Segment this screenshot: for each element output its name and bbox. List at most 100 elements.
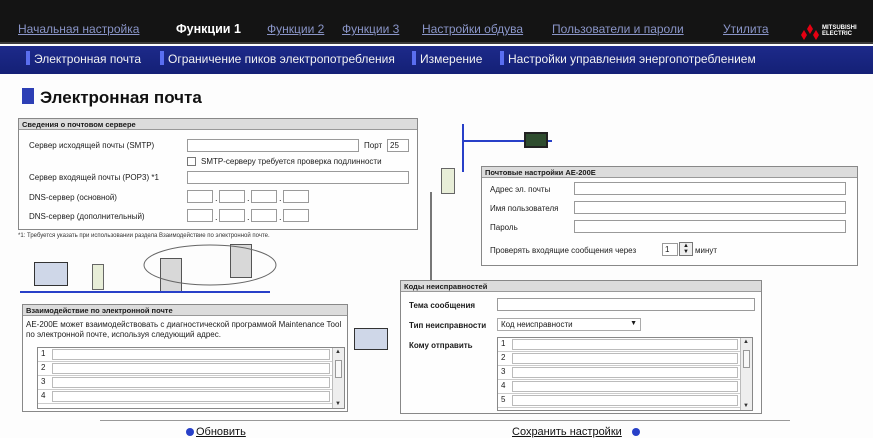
scroll-down-icon: ▼: [743, 403, 749, 409]
refresh-bullet-icon: [186, 428, 194, 436]
dns1-octet-2[interactable]: [219, 190, 245, 203]
subnav-email[interactable]: Электронная почта: [34, 52, 141, 66]
dns1-octet-4[interactable]: [283, 190, 309, 203]
recipient-cell[interactable]: [512, 339, 738, 350]
dns2-octet-2[interactable]: [219, 209, 245, 222]
dns2-octet-3[interactable]: [251, 209, 277, 222]
scrollbar[interactable]: ▲ ▼: [740, 338, 752, 410]
logo-text: MITSUBISHI ELECTRIC: [822, 25, 857, 37]
nav-utility[interactable]: Утилита: [723, 22, 769, 36]
refresh-link[interactable]: Обновить: [196, 426, 246, 438]
address-cell[interactable]: [52, 391, 330, 402]
recipients-list[interactable]: 1 2 3 4 5 ▲ ▼: [497, 337, 753, 411]
page-title: Электронная почта: [40, 88, 202, 107]
cloud-icon: [143, 244, 277, 286]
interval-spinner[interactable]: ▲ ▼: [679, 242, 693, 256]
list-item: 2: [498, 352, 752, 366]
password-input[interactable]: [574, 220, 846, 233]
address-cell[interactable]: [52, 377, 330, 388]
scroll-thumb: [335, 360, 342, 378]
router-icon: [524, 132, 548, 148]
subject-label: Тема сообщения: [409, 301, 476, 310]
save-settings-link[interactable]: Сохранить настройки: [512, 426, 622, 438]
list-item: 4: [498, 380, 752, 394]
dns-primary-label: DNS-сервер (основной): [29, 193, 117, 202]
mail-server-panel: Сведения о почтовом сервере Сервер исход…: [18, 118, 418, 230]
smtp-input[interactable]: [187, 139, 359, 152]
subnav-measurement[interactable]: Измерение: [420, 52, 482, 66]
interaction-address-list[interactable]: 1 2 3 4 ▲ ▼: [37, 347, 345, 409]
save-bullet-icon: [632, 428, 640, 436]
recipient-cell[interactable]: [512, 367, 738, 378]
list-item: 1: [498, 338, 752, 352]
mail-settings-panel: Почтовые настройки AE-200E Адрес эл. поч…: [481, 166, 858, 266]
subnav-peak-limit[interactable]: Ограничение пиков электропотребления: [168, 52, 395, 66]
subnav-marker: [500, 51, 504, 65]
network-line: [20, 291, 270, 293]
username-label: Имя пользователя: [490, 204, 559, 213]
recipient-cell[interactable]: [512, 353, 738, 364]
nav-functions-3[interactable]: Функции 3: [342, 22, 399, 36]
mitsubishi-logo: MITSUBISHI ELECTRIC: [800, 24, 868, 40]
port-input[interactable]: 25: [387, 139, 409, 152]
diamonds-icon: [801, 24, 819, 40]
mail-server-note: *1: Требуется указать при использовании …: [18, 233, 270, 239]
address-label: Адрес эл. почты: [490, 185, 551, 194]
list-item: 3: [498, 366, 752, 380]
controller-icon: [92, 264, 104, 290]
username-input[interactable]: [574, 201, 846, 214]
smtp-label: Сервер исходящей почты (SMTP): [29, 141, 155, 150]
panel-title: Почтовые настройки AE-200E: [482, 167, 857, 178]
check-interval-input[interactable]: 1: [662, 243, 678, 256]
smtp-auth-checkbox[interactable]: [187, 157, 196, 166]
address-cell[interactable]: [52, 363, 330, 374]
nav-users-passwords[interactable]: Пользователи и пароли: [552, 22, 684, 36]
subnav-marker: [160, 51, 164, 65]
recipient-cell[interactable]: [512, 381, 738, 392]
subnav-marker: [26, 51, 30, 65]
dns2-octet-1[interactable]: [187, 209, 213, 222]
top-navigation: Начальная настройка Функции 1 Функции 2 …: [0, 0, 873, 44]
dns1-octet-3[interactable]: [251, 190, 277, 203]
address-input[interactable]: [574, 182, 846, 195]
list-item: 2: [38, 362, 344, 376]
fault-type-select[interactable]: Код неисправности ▼: [497, 318, 641, 331]
subnav-energy-settings[interactable]: Настройки управления энергопотреблением: [508, 52, 756, 66]
pop3-input[interactable]: [187, 171, 409, 184]
scroll-up-icon: ▲: [335, 349, 341, 355]
scroll-up-icon: ▲: [743, 339, 749, 345]
title-marker: [22, 88, 34, 104]
nav-functions-1[interactable]: Функции 1: [176, 22, 241, 36]
panel-title: Взаимодействие по электронной почте: [23, 305, 347, 316]
subject-input[interactable]: [497, 298, 755, 311]
email-interaction-panel: Взаимодействие по электронной почте AE-2…: [22, 304, 348, 412]
list-item: 5: [498, 394, 752, 408]
dns1-octet-1[interactable]: [187, 190, 213, 203]
nav-functions-2[interactable]: Функции 2: [267, 22, 324, 36]
network-line: [462, 124, 464, 172]
port-label: Порт: [364, 141, 383, 150]
footer-divider: [100, 420, 790, 421]
scroll-thumb: [743, 350, 750, 368]
check-interval-label: Проверять входящие сообщения через: [490, 246, 637, 255]
dns2-octet-4[interactable]: [283, 209, 309, 222]
password-label: Пароль: [490, 223, 518, 232]
sub-navigation: Электронная почта Ограничение пиков элек…: [0, 46, 873, 74]
fault-type-label: Тип неисправности: [409, 321, 487, 330]
smtp-auth-label: SMTP-серверу требуется проверка подлинно…: [201, 157, 382, 166]
fault-codes-panel: Коды неисправностей Тема сообщения Тип н…: [400, 280, 762, 414]
laptop-icon: [34, 262, 68, 286]
list-item: 1: [38, 348, 344, 362]
interaction-description: AE-200E может взаимодействовать с диагно…: [26, 320, 342, 339]
panel-title: Сведения о почтовом сервере: [19, 119, 417, 130]
address-cell[interactable]: [52, 349, 330, 360]
list-item: 4: [38, 390, 344, 404]
recipients-label: Кому отправить: [409, 341, 473, 350]
nav-initial-setup[interactable]: Начальная настройка: [18, 22, 139, 36]
subnav-marker: [412, 51, 416, 65]
scrollbar[interactable]: ▲ ▼: [332, 348, 344, 408]
recipient-cell[interactable]: [512, 395, 738, 406]
laptop-icon: [354, 328, 388, 350]
nav-air-settings[interactable]: Настройки обдува: [422, 22, 523, 36]
panel-title: Коды неисправностей: [401, 281, 761, 292]
